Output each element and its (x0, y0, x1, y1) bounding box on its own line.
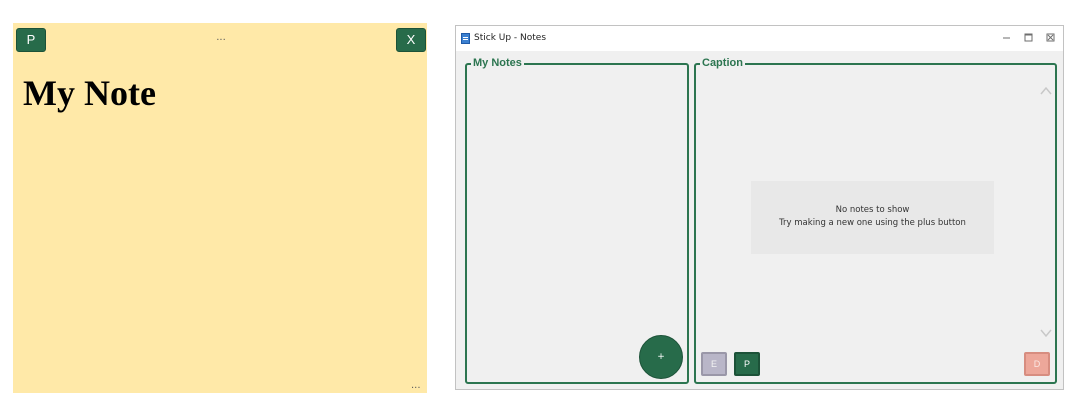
my-notes-legend: My Notes (471, 57, 524, 70)
minimize-icon[interactable] (1000, 31, 1013, 44)
maximize-icon[interactable] (1022, 31, 1035, 44)
close-icon[interactable] (1044, 31, 1057, 44)
caption-panel: Caption No notes to show Try making a ne… (694, 57, 1057, 384)
pin-note-button[interactable]: P (734, 352, 760, 376)
pin-button[interactable]: P (16, 28, 46, 52)
my-notes-panel: My Notes + (465, 57, 689, 384)
chevron-down-icon[interactable] (1039, 326, 1053, 340)
notes-window: Stick Up - Notes My Notes + Caption No n… (455, 25, 1064, 390)
edit-button[interactable]: E (701, 352, 727, 376)
empty-state-line2: Try making a new one using the plus butt… (779, 218, 966, 228)
title-bar[interactable]: Stick Up - Notes (456, 26, 1063, 51)
window-title: Stick Up - Notes (474, 33, 547, 43)
add-note-button[interactable]: + (639, 335, 683, 379)
empty-state-message: No notes to show Try making a new one us… (751, 181, 994, 254)
drag-handle[interactable]: ... (206, 33, 236, 43)
window-content: My Notes + Caption No notes to show Try … (456, 51, 1063, 389)
empty-state-line1: No notes to show (835, 205, 910, 215)
app-icon (461, 33, 470, 44)
delete-button[interactable]: D (1024, 352, 1050, 376)
note-title[interactable]: My Note (23, 71, 156, 115)
caption-content-area: No notes to show Try making a new one us… (697, 74, 1037, 344)
caption-legend: Caption (700, 57, 745, 70)
caption-scrollbar[interactable] (1037, 74, 1055, 344)
sticky-note: P ... X My Note ... (13, 23, 427, 393)
close-note-button[interactable]: X (396, 28, 426, 52)
resize-grip[interactable]: ... (411, 381, 421, 391)
chevron-up-icon[interactable] (1039, 84, 1053, 98)
